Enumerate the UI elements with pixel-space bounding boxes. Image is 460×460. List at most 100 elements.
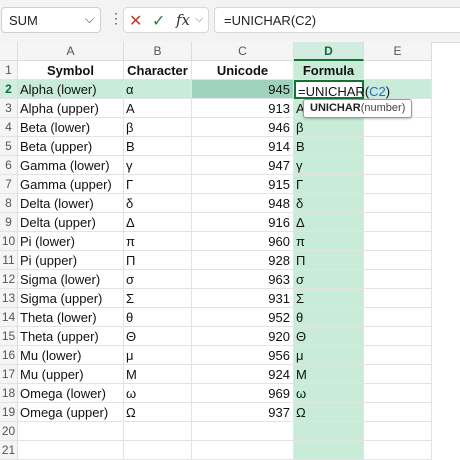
unicode-cell[interactable]: 948	[192, 194, 294, 213]
more-options-icon[interactable]: ⋮	[109, 10, 123, 27]
result-cell[interactable]: σ	[294, 270, 364, 289]
result-cell[interactable]: γ	[294, 156, 364, 175]
row-header-5[interactable]: 5	[0, 137, 18, 156]
character-cell[interactable]: β	[124, 118, 192, 137]
symbol-cell[interactable]: Omega (upper)	[18, 403, 124, 422]
row-header-9[interactable]: 9	[0, 213, 18, 232]
symbol-cell[interactable]: Beta (lower)	[18, 118, 124, 137]
character-cell[interactable]: θ	[124, 308, 192, 327]
empty-cell[interactable]	[124, 441, 192, 460]
unicode-cell[interactable]: 914	[192, 137, 294, 156]
empty-cell[interactable]	[364, 251, 432, 270]
empty-cell[interactable]	[192, 441, 294, 460]
empty-cell[interactable]	[364, 422, 432, 441]
character-cell[interactable]: Π	[124, 251, 192, 270]
empty-cell[interactable]	[18, 441, 124, 460]
unicode-cell[interactable]: 937	[192, 403, 294, 422]
symbol-cell[interactable]: Theta (lower)	[18, 308, 124, 327]
chevron-down-icon[interactable]: ⌵	[195, 13, 203, 26]
empty-cell[interactable]	[364, 403, 432, 422]
column-header-a[interactable]: A	[18, 42, 124, 61]
character-cell[interactable]: δ	[124, 194, 192, 213]
result-cell[interactable]: π	[294, 232, 364, 251]
character-cell[interactable]: α	[124, 80, 192, 99]
unicode-cell[interactable]: 960	[192, 232, 294, 251]
column-header-c[interactable]: C	[192, 42, 294, 61]
name-box[interactable]: SUM ⌵	[1, 7, 101, 33]
symbol-cell[interactable]: Omega (lower)	[18, 384, 124, 403]
character-cell[interactable]: γ	[124, 156, 192, 175]
character-cell[interactable]: π	[124, 232, 192, 251]
result-cell[interactable]: Δ	[294, 213, 364, 232]
unicode-cell[interactable]: 931	[192, 289, 294, 308]
header-formula[interactable]: Formula	[294, 61, 364, 80]
header-unicode[interactable]: Unicode	[192, 61, 294, 80]
column-header-d[interactable]: D	[294, 42, 364, 61]
row-header-4[interactable]: 4	[0, 118, 18, 137]
result-cell[interactable]: Γ	[294, 175, 364, 194]
symbol-cell[interactable]: Pi (lower)	[18, 232, 124, 251]
row-header-2[interactable]: 2	[0, 80, 18, 99]
row-header-17[interactable]: 17	[0, 365, 18, 384]
unicode-cell[interactable]: 952	[192, 308, 294, 327]
result-cell[interactable]: Π	[294, 251, 364, 270]
result-cell[interactable]: μ	[294, 346, 364, 365]
empty-cell[interactable]	[364, 289, 432, 308]
result-cell[interactable]: Μ	[294, 365, 364, 384]
row-header-14[interactable]: 14	[0, 308, 18, 327]
row-header-19[interactable]: 19	[0, 403, 18, 422]
empty-cell[interactable]	[364, 346, 432, 365]
empty-cell[interactable]	[364, 156, 432, 175]
result-cell[interactable]: δ	[294, 194, 364, 213]
result-cell[interactable]: ω	[294, 384, 364, 403]
row-header-8[interactable]: 8	[0, 194, 18, 213]
empty-cell[interactable]	[364, 213, 432, 232]
character-cell[interactable]: Θ	[124, 327, 192, 346]
enter-check-icon[interactable]: ✓	[152, 11, 165, 31]
symbol-cell[interactable]: Alpha (upper)	[18, 99, 124, 118]
active-cell-d2[interactable]: =UNICHAR(C2)	[294, 80, 390, 99]
symbol-cell[interactable]: Mu (lower)	[18, 346, 124, 365]
empty-cell[interactable]	[364, 327, 432, 346]
result-cell[interactable]: β	[294, 118, 364, 137]
symbol-cell[interactable]: Beta (upper)	[18, 137, 124, 156]
row-header-6[interactable]: 6	[0, 156, 18, 175]
empty-cell[interactable]	[192, 422, 294, 441]
row-header-20[interactable]: 20	[0, 422, 18, 441]
symbol-cell[interactable]: Gamma (upper)	[18, 175, 124, 194]
character-cell[interactable]: σ	[124, 270, 192, 289]
symbol-cell[interactable]: Delta (lower)	[18, 194, 124, 213]
unicode-cell[interactable]: 915	[192, 175, 294, 194]
empty-cell[interactable]	[294, 422, 364, 441]
unicode-cell[interactable]: 913	[192, 99, 294, 118]
column-header-e[interactable]: E	[364, 42, 432, 61]
cell-e1[interactable]	[364, 61, 432, 80]
empty-cell[interactable]	[364, 175, 432, 194]
function-tooltip[interactable]: UNICHAR(number)	[303, 99, 413, 118]
empty-cell[interactable]	[364, 270, 432, 289]
header-symbol[interactable]: Symbol	[18, 61, 124, 80]
empty-cell[interactable]	[364, 441, 432, 460]
character-cell[interactable]: Δ	[124, 213, 192, 232]
result-cell[interactable]: Ω	[294, 403, 364, 422]
row-header-16[interactable]: 16	[0, 346, 18, 365]
row-header-1[interactable]: 1	[0, 61, 18, 80]
empty-cell[interactable]	[364, 137, 432, 156]
symbol-cell[interactable]: Theta (upper)	[18, 327, 124, 346]
row-header-10[interactable]: 10	[0, 232, 18, 251]
row-header-15[interactable]: 15	[0, 327, 18, 346]
empty-cell[interactable]	[364, 232, 432, 251]
row-header-12[interactable]: 12	[0, 270, 18, 289]
empty-cell[interactable]	[364, 118, 432, 137]
empty-cell[interactable]	[364, 384, 432, 403]
unicode-cell[interactable]: 946	[192, 118, 294, 137]
unicode-cell[interactable]: 956	[192, 346, 294, 365]
unicode-cell[interactable]: 924	[192, 365, 294, 384]
character-cell[interactable]: Μ	[124, 365, 192, 384]
unicode-cell[interactable]: 928	[192, 251, 294, 270]
row-header-7[interactable]: 7	[0, 175, 18, 194]
empty-cell[interactable]	[294, 441, 364, 460]
row-header-21[interactable]: 21	[0, 441, 18, 460]
row-header-3[interactable]: 3	[0, 99, 18, 118]
symbol-cell[interactable]: Sigma (upper)	[18, 289, 124, 308]
